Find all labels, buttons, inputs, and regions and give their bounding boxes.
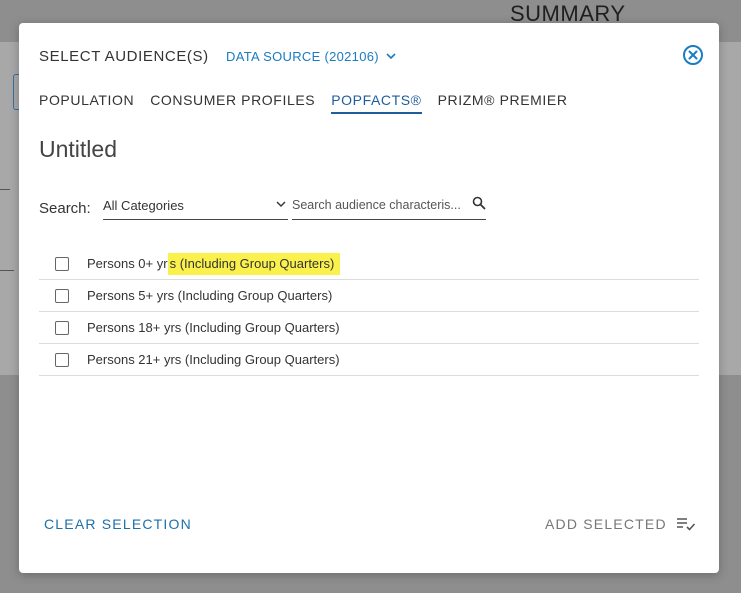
search-label: Search: [39,200,91,217]
add-selected-button[interactable]: ADD SELECTED [545,516,696,532]
background-divider [0,270,14,271]
select-audience-modal: SELECT AUDIENCE(S) DATA SOURCE (202106) … [19,23,719,573]
audience-title[interactable]: Untitled [39,136,117,163]
add-selected-label: ADD SELECTED [545,516,667,532]
category-select[interactable]: All Categories [103,193,288,220]
search-highlight: s (Including Group Quarters) [167,253,341,275]
category-select-value: All Categories [103,198,184,213]
data-source-label: DATA SOURCE (202106) [226,49,379,64]
modal-title: SELECT AUDIENCE(S) [39,48,209,65]
clear-selection-button[interactable]: CLEAR SELECTION [44,516,192,532]
search-input[interactable] [292,195,466,215]
background-divider [0,189,10,190]
item-checkbox[interactable] [55,352,69,367]
audience-list: Persons 0+ yr s (Including Group Quarters… [39,248,699,376]
tab-popfacts[interactable]: POPFACTS® [331,92,422,114]
audience-tabs: POPULATION CONSUMER PROFILES POPFACTS® P… [39,92,584,114]
tab-population[interactable]: POPULATION [39,92,134,114]
data-source-dropdown[interactable]: DATA SOURCE (202106) [226,49,396,64]
chevron-down-icon [276,201,286,207]
list-item[interactable]: Persons 5+ yrs (Including Group Quarters… [39,280,699,312]
item-label-text: Persons 0+ yr [87,256,168,271]
chevron-down-icon [386,53,396,60]
item-label: Persons 0+ yr s (Including Group Quarters… [87,253,341,275]
playlist-add-check-icon [676,518,695,531]
item-label: Persons 21+ yrs (Including Group Quarter… [87,352,340,367]
item-label: Persons 18+ yrs (Including Group Quarter… [87,320,340,335]
list-item[interactable]: Persons 18+ yrs (Including Group Quarter… [39,312,699,344]
search-box [292,193,486,220]
item-label: Persons 5+ yrs (Including Group Quarters… [87,288,333,303]
item-checkbox[interactable] [55,288,69,303]
list-item[interactable]: Persons 0+ yr s (Including Group Quarters… [39,248,699,280]
item-checkbox[interactable] [55,256,69,271]
search-icon[interactable] [472,196,486,210]
tab-consumer-profiles[interactable]: CONSUMER PROFILES [150,92,315,114]
close-icon[interactable] [682,44,704,66]
list-item[interactable]: Persons 21+ yrs (Including Group Quarter… [39,344,699,376]
tab-prizm-premier[interactable]: PRIZM® PREMIER [438,92,568,114]
item-checkbox[interactable] [55,320,69,335]
